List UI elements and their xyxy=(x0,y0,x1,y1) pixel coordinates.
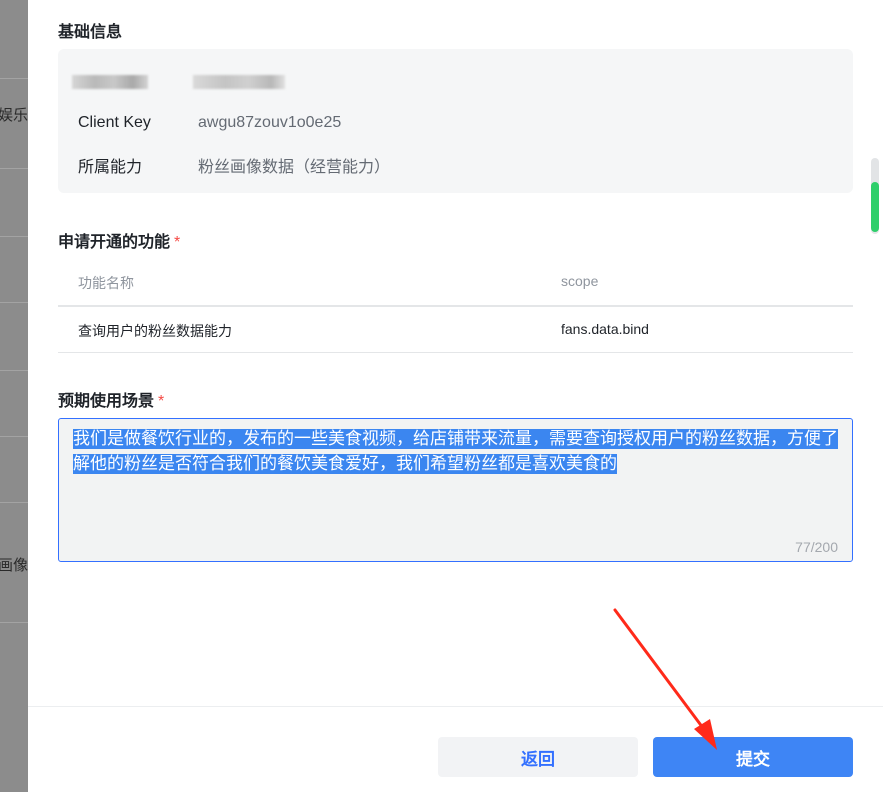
selected-text: 我们是做餐饮行业的，发布的一些美食视频，给店铺带来流量，需要查询授权用户的粉丝数… xyxy=(73,429,838,474)
divider xyxy=(0,370,28,371)
footer-divider xyxy=(28,706,883,707)
divider xyxy=(0,436,28,437)
functions-title: 申请开通的功能 * xyxy=(58,228,180,252)
required-mark: * xyxy=(158,393,165,410)
application-panel: 基础信息 Client Key awgu87zouv1o0e25 所属能力 粉丝… xyxy=(28,0,883,792)
divider xyxy=(0,502,28,503)
capability-value: 粉丝画像数据（经营能力） xyxy=(198,159,391,176)
scenario-title: 预期使用场景 * xyxy=(58,387,164,411)
client-key-label: Client Key xyxy=(78,114,151,131)
column-header-scope: scope xyxy=(561,273,599,289)
submit-button[interactable]: 提交 xyxy=(653,737,853,777)
column-header-name: 功能名称 xyxy=(78,275,134,291)
functions-title-text: 申请开通的功能 xyxy=(58,234,171,251)
scenario-text[interactable]: 我们是做餐饮行业的，发布的一些美食视频，给店铺带来流量，需要查询授权用户的粉丝数… xyxy=(73,427,838,477)
back-button[interactable]: 返回 xyxy=(438,737,638,777)
scenario-title-text: 预期使用场景 xyxy=(58,393,155,410)
scrollbar-thumb[interactable] xyxy=(871,182,879,232)
character-counter: 77/200 xyxy=(795,539,838,555)
table-row: 查询用户的粉丝数据能力 fans.data.bind xyxy=(58,307,853,353)
background-page: 娱乐t 画像数 xyxy=(0,0,28,792)
required-mark: * xyxy=(174,234,181,251)
basic-info-title: 基础信息 xyxy=(58,24,123,41)
function-name-cell: 查询用户的粉丝数据能力 xyxy=(78,323,232,339)
basic-info-box xyxy=(58,49,853,193)
background-text: 娱乐t xyxy=(0,107,28,124)
client-key-value: awgu87zouv1o0e25 xyxy=(198,114,342,131)
scenario-textarea[interactable]: 我们是做餐饮行业的，发布的一些美食视频，给店铺带来流量，需要查询授权用户的粉丝数… xyxy=(58,418,853,562)
divider xyxy=(0,168,28,169)
redacted-value xyxy=(193,75,285,89)
background-text: 画像数 xyxy=(0,557,28,574)
capability-label: 所属能力 xyxy=(78,159,143,176)
divider xyxy=(0,236,28,237)
function-scope-cell: fans.data.bind xyxy=(561,321,649,337)
divider xyxy=(0,302,28,303)
divider xyxy=(0,78,28,79)
divider xyxy=(0,622,28,623)
redacted-label xyxy=(72,75,148,89)
functions-table-header: 功能名称 scope xyxy=(58,257,853,307)
